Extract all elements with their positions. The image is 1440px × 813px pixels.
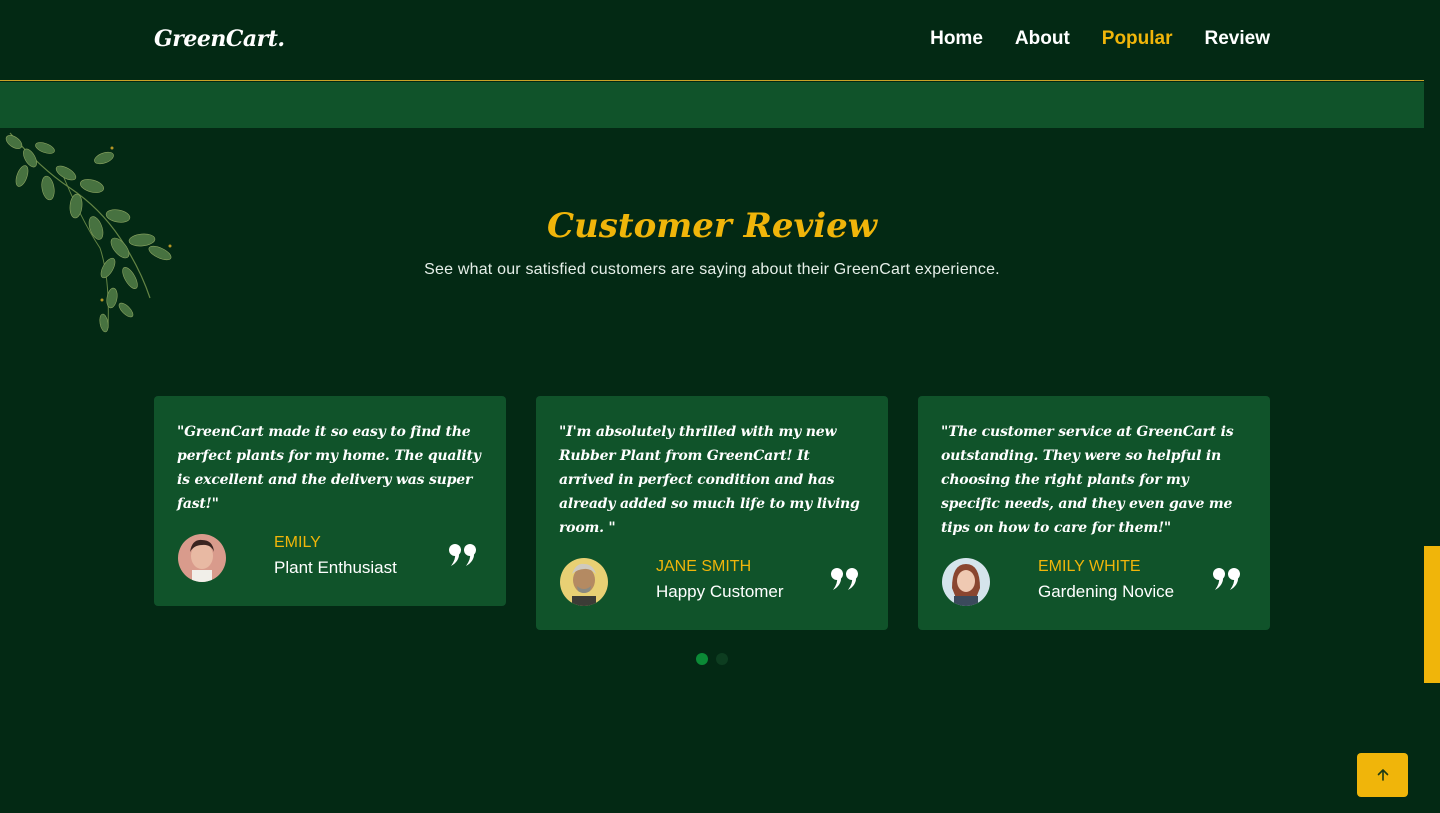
scrollbar-track[interactable] [1424, 0, 1440, 813]
review-card: "The customer service at GreenCart is ou… [918, 396, 1270, 630]
reviewer-role: Happy Customer [656, 582, 784, 601]
page: GreenCart. Home About Popular Review Cus… [0, 0, 1424, 813]
pagination-dot-2[interactable] [716, 653, 728, 665]
quote-icon [1213, 568, 1240, 590]
reviewer-role: Plant Enthusiast [274, 558, 397, 577]
carousel-pagination [696, 653, 728, 665]
section-subtitle: See what our satisfied customers are say… [424, 261, 1000, 278]
nav-about[interactable]: About [1015, 28, 1070, 50]
review-author: EMILY Plant Enthusiast [177, 534, 483, 582]
nav-home[interactable]: Home [930, 28, 983, 50]
review-quote: "I'm absolutely thrilled with my new Rub… [559, 424, 860, 536]
scrollbar-thumb[interactable] [1424, 546, 1440, 683]
section-title: Customer Review [546, 206, 878, 246]
reviewer-name: EMILY WHITE [1038, 558, 1141, 575]
site-header: GreenCart. Home About Popular Review [0, 0, 1424, 81]
avatar [560, 558, 608, 606]
scroll-to-top-button[interactable] [1357, 753, 1408, 797]
review-quote: "GreenCart made it so easy to find the p… [177, 424, 481, 512]
review-card: "GreenCart made it so easy to find the p… [154, 396, 506, 606]
reviewer-role: Gardening Novice [1038, 582, 1175, 601]
avatar [942, 558, 990, 606]
nav-popular[interactable]: Popular [1102, 28, 1173, 50]
quote-icon [449, 544, 476, 566]
review-quote: "The customer service at GreenCart is ou… [941, 424, 1234, 536]
pagination-dot-1[interactable] [696, 653, 708, 665]
arrow-up-icon [1377, 769, 1388, 781]
reviewer-name: EMILY [274, 534, 321, 551]
avatar [178, 534, 226, 582]
review-author: JANE SMITH Happy Customer [559, 558, 865, 606]
header-band [0, 82, 1424, 128]
logo[interactable]: GreenCart. [154, 26, 285, 52]
main-nav: Home About Popular Review [930, 28, 1270, 50]
quote-icon [831, 568, 858, 590]
review-author: EMILY WHITE Gardening Novice [941, 558, 1247, 606]
reviewer-name: JANE SMITH [656, 558, 752, 575]
nav-review[interactable]: Review [1205, 28, 1270, 50]
review-card: "I'm absolutely thrilled with my new Rub… [536, 396, 888, 630]
